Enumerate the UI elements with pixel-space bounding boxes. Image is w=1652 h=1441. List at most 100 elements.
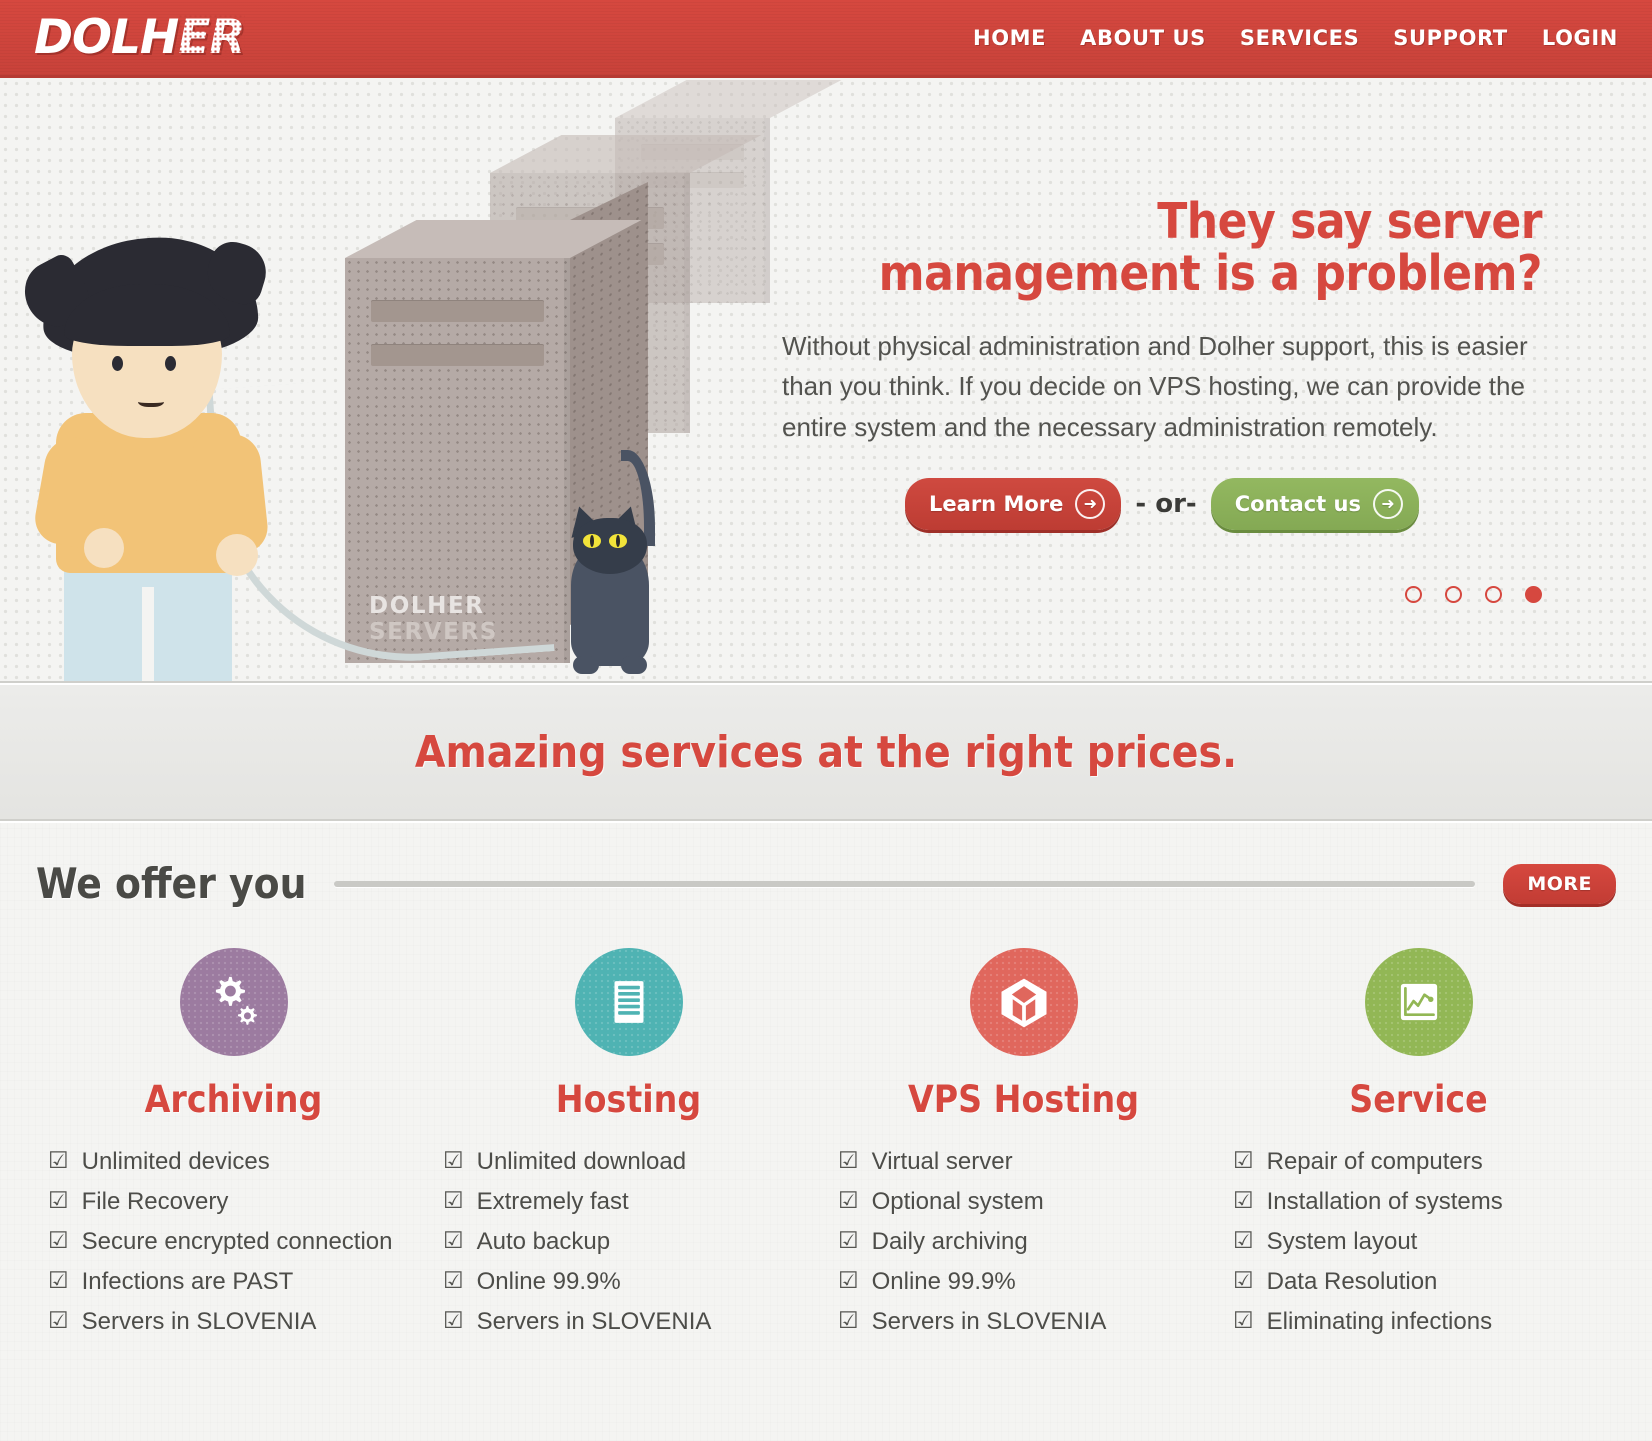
more-button[interactable]: MORE <box>1503 863 1616 904</box>
contact-us-button[interactable]: Contact us ➜ <box>1210 477 1419 530</box>
service-title-vps-hosting: VPS Hosting <box>907 1078 1140 1121</box>
list-item: ☑ Secure encrypted connection <box>48 1223 419 1261</box>
server-rack-icon <box>574 948 683 1056</box>
feature-label: Secure encrypted connection <box>81 1227 393 1255</box>
section-title: We offer you <box>36 859 307 908</box>
list-item: ☑ File Recovery <box>48 1183 419 1221</box>
hero-description: Without physical administration and Dolh… <box>782 330 1528 442</box>
checkbox-checked-icon: ☑ <box>1233 1306 1254 1333</box>
tagline-text: Amazing services at the right prices. <box>414 726 1238 778</box>
technician-character-illustration <box>30 232 271 681</box>
site-logo[interactable]: DOLH ER <box>34 10 246 65</box>
top-navigation-bar: DOLH ER HOME ABOUT US SERVICES SUPPORT LO… <box>0 0 1652 78</box>
list-item: ☑ Servers in SLOVENIA <box>48 1303 419 1341</box>
feature-label: Installation of systems <box>1266 1187 1503 1215</box>
hero-headline: They say server management is a problem? <box>782 193 1543 302</box>
list-item: ☑ Optional system <box>838 1183 1209 1221</box>
feature-label: Optional system <box>871 1187 1044 1215</box>
checkbox-checked-icon: ☑ <box>1233 1226 1254 1253</box>
checkbox-checked-icon: ☑ <box>838 1226 859 1253</box>
checkbox-checked-icon: ☑ <box>48 1186 69 1213</box>
checkbox-checked-icon: ☑ <box>443 1266 464 1293</box>
arrow-right-circle-icon: ➜ <box>1075 488 1106 519</box>
list-item: ☑ Servers in SLOVENIA <box>838 1303 1209 1341</box>
nav-item-about-us[interactable]: ABOUT US <box>1078 22 1208 54</box>
service-title-service: Service <box>1349 1078 1488 1121</box>
arrow-right-circle-icon: ➜ <box>1372 488 1403 519</box>
list-item: ☑ Repair of computers <box>1233 1143 1604 1181</box>
list-item: ☑ Unlimited download <box>443 1143 814 1181</box>
cube-box-icon <box>969 948 1078 1056</box>
feature-label: Servers in SLOVENIA <box>81 1307 317 1335</box>
nav-item-support[interactable]: SUPPORT <box>1391 22 1510 54</box>
service-card-archiving: Archiving ☑ Unlimited devices ☑ File Recov… <box>36 948 431 1343</box>
feature-label: Online 99.9% <box>476 1267 621 1295</box>
feature-label: System layout <box>1266 1227 1418 1255</box>
service-title-archiving: Archiving <box>144 1078 323 1121</box>
feature-label: Infections are PAST <box>81 1267 294 1295</box>
line-chart-icon <box>1364 948 1473 1056</box>
service-title-hosting: Hosting <box>555 1078 702 1121</box>
carousel-dot-4[interactable] <box>1525 586 1542 603</box>
black-cat-illustration <box>545 450 675 678</box>
services-section-header: We offer you MORE <box>36 859 1616 908</box>
tagline-band: Amazing services at the right prices. <box>0 683 1652 821</box>
checkbox-checked-icon: ☑ <box>838 1266 859 1293</box>
nav-item-login[interactable]: LOGIN <box>1540 22 1620 54</box>
carousel-dot-2[interactable] <box>1445 586 1462 603</box>
feature-label: Virtual server <box>871 1148 1013 1175</box>
main-menu: HOME ABOUT US SERVICES SUPPORT LOGIN <box>971 22 1620 54</box>
hero-illustration: DOLHER SERVERS <box>0 78 842 681</box>
carousel-dot-3[interactable] <box>1485 586 1502 603</box>
feature-label: Data Resolution <box>1266 1267 1438 1295</box>
checkbox-checked-icon: ☑ <box>1233 1147 1254 1173</box>
list-item: ☑ Virtual server <box>838 1143 1209 1181</box>
feature-label: Unlimited download <box>476 1148 687 1175</box>
checkbox-checked-icon: ☑ <box>838 1147 859 1173</box>
learn-more-button[interactable]: Learn More ➜ <box>905 477 1122 530</box>
list-item: ☑ Online 99.9% <box>443 1263 814 1301</box>
checkbox-checked-icon: ☑ <box>443 1147 464 1173</box>
header-divider <box>334 880 1476 887</box>
feature-list-vps-hosting: ☑ Virtual server ☑ Optional system ☑ Daily … <box>838 1143 1209 1341</box>
list-item: ☑ Online 99.9% <box>838 1263 1209 1301</box>
hero-copy: They say server management is a problem?… <box>782 193 1543 530</box>
feature-label: Auto backup <box>476 1227 611 1255</box>
checkbox-checked-icon: ☑ <box>1233 1186 1254 1213</box>
list-item: ☑ Unlimited devices <box>48 1143 419 1181</box>
service-card-vps-hosting: VPS Hosting ☑ Virtual server ☑ Optional sy… <box>826 948 1221 1343</box>
carousel-dot-1[interactable] <box>1405 586 1422 603</box>
logo-text-accent: ER <box>178 10 246 65</box>
checkbox-checked-icon: ☑ <box>48 1266 69 1293</box>
checkbox-checked-icon: ☑ <box>48 1147 69 1173</box>
feature-label: Servers in SLOVENIA <box>871 1307 1107 1335</box>
feature-list-service: ☑ Repair of computers ☑ Installation of sy… <box>1233 1143 1604 1341</box>
cta-separator: - or- <box>1135 488 1197 519</box>
feature-label: Eliminating infections <box>1266 1307 1493 1335</box>
feature-label: Extremely fast <box>476 1187 629 1215</box>
feature-label: Repair of computers <box>1266 1148 1483 1175</box>
list-item: ☑ System layout <box>1233 1223 1604 1261</box>
gears-icon <box>179 948 288 1056</box>
logo-text-main: DOLH <box>34 10 179 65</box>
hero-cta-group: Learn More ➜ - or- Contact us ➜ <box>782 477 1542 530</box>
list-item: ☑ Installation of systems <box>1233 1183 1604 1221</box>
checkbox-checked-icon: ☑ <box>443 1226 464 1253</box>
feature-label: Daily archiving <box>871 1227 1028 1255</box>
feature-label: Unlimited devices <box>81 1148 270 1175</box>
hero-headline-line-1: They say server <box>1157 193 1542 250</box>
checkbox-checked-icon: ☑ <box>838 1306 859 1333</box>
list-item: ☑ Extremely fast <box>443 1183 814 1221</box>
nav-item-home[interactable]: HOME <box>971 22 1048 54</box>
nav-item-services[interactable]: SERVICES <box>1238 22 1361 54</box>
feature-label: Online 99.9% <box>871 1267 1016 1295</box>
checkbox-checked-icon: ☑ <box>48 1226 69 1253</box>
feature-list-archiving: ☑ Unlimited devices ☑ File Recovery ☑ Secur… <box>48 1143 419 1341</box>
list-item: ☑ Eliminating infections <box>1233 1303 1604 1341</box>
hero-headline-line-2: management is a problem? <box>878 244 1543 302</box>
list-item: ☑ Daily archiving <box>838 1223 1209 1261</box>
checkbox-checked-icon: ☑ <box>443 1186 464 1213</box>
list-item: ☑ Infections are PAST <box>48 1263 419 1301</box>
feature-label: File Recovery <box>81 1187 229 1215</box>
contact-us-button-label: Contact us <box>1234 491 1361 516</box>
